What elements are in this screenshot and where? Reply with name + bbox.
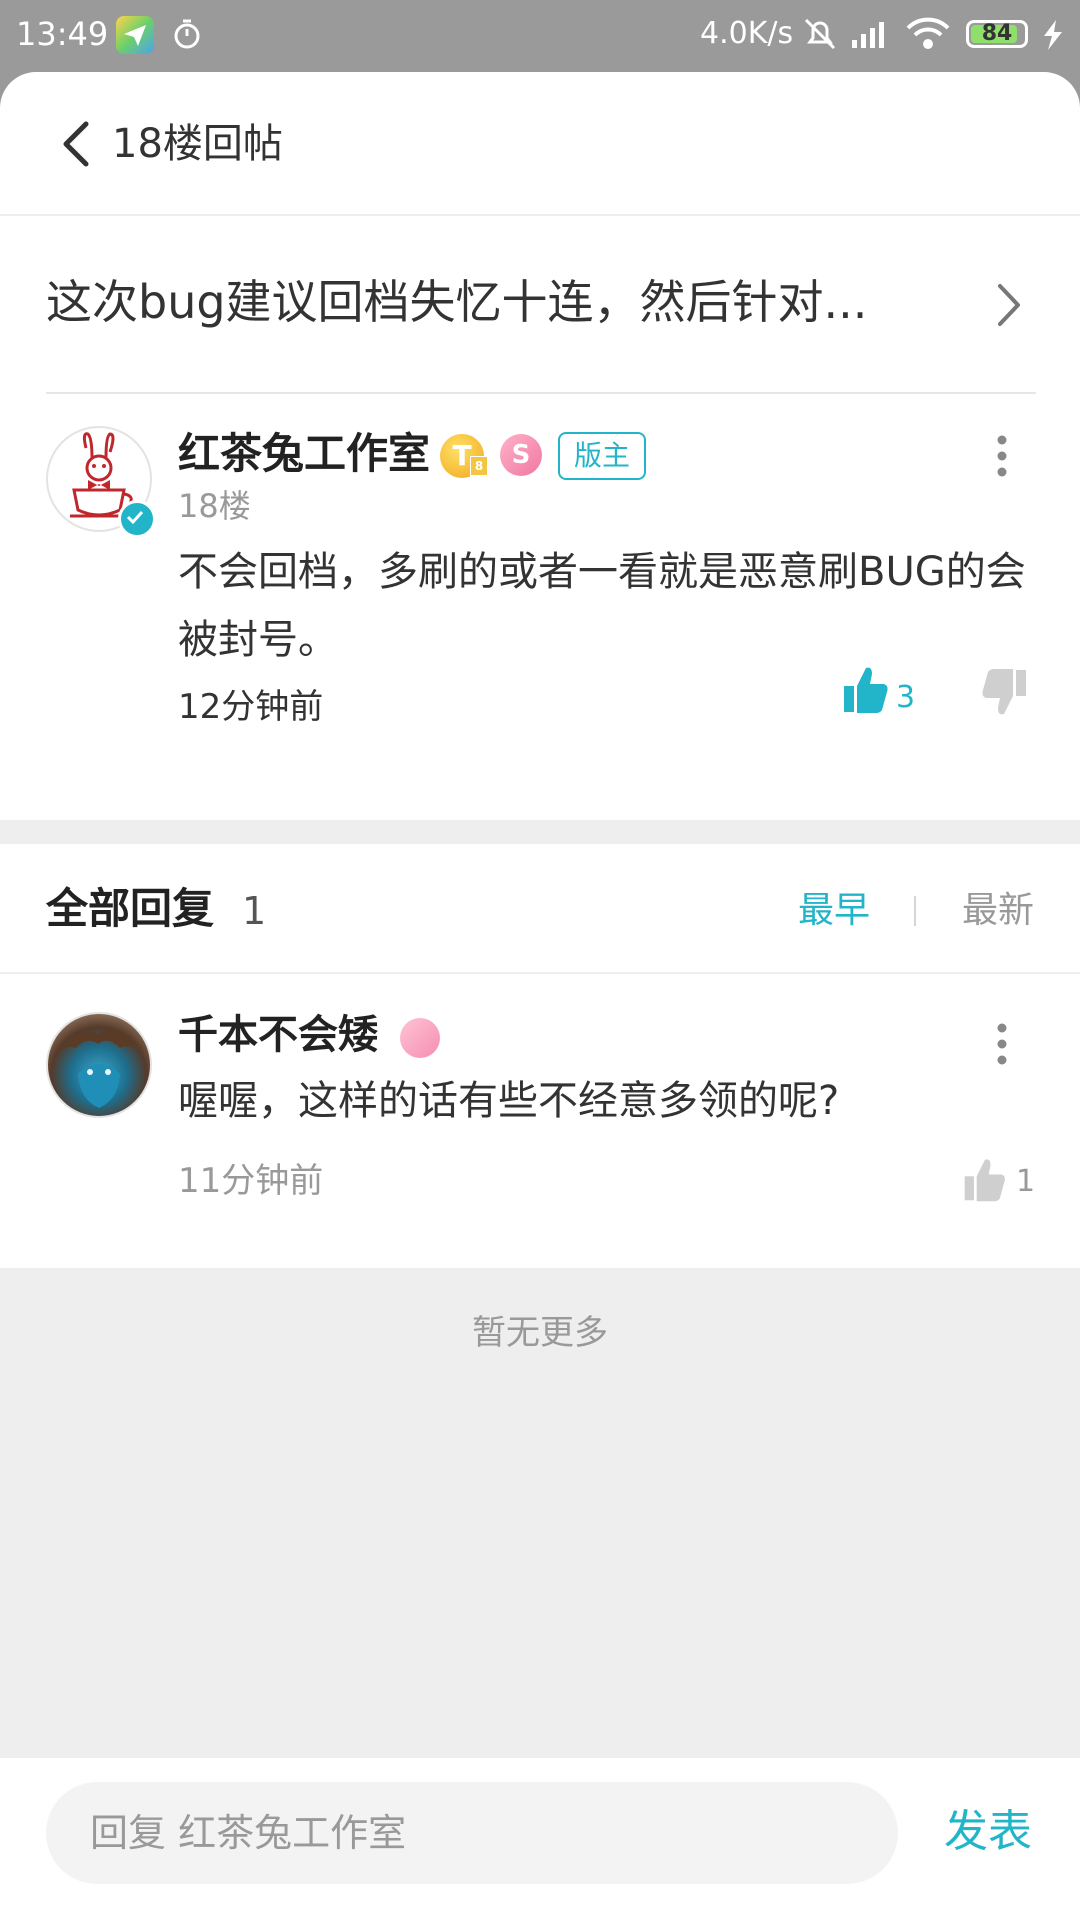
thumbs-up-icon[interactable] <box>842 664 890 720</box>
floor-post: 红茶兔工作室 T8 S 版主 18楼 不会回档，多刷的或者一看就是恶意刷BUG的… <box>0 394 1080 820</box>
floor-number: 18楼 <box>178 487 251 525</box>
sort-newest-tab[interactable]: 最新 <box>962 882 1034 940</box>
verified-icon <box>118 500 156 538</box>
replies-header: 全部回复 1 最早 最新 <box>0 844 1080 974</box>
app-notification-icon <box>116 16 154 54</box>
battery-level: 84 <box>981 21 1013 46</box>
status-bar: 13:49 4.0K/s 84 <box>0 0 1080 72</box>
reply-time: 11分钟前 <box>178 1161 324 1201</box>
wifi-icon <box>906 16 950 54</box>
post-author-name[interactable]: 红茶兔工作室 <box>178 424 430 484</box>
status-time: 13:49 <box>16 15 109 53</box>
moderator-badge: 版主 <box>558 432 647 480</box>
more-vertical-icon[interactable] <box>990 1020 1014 1072</box>
mute-icon <box>802 16 838 56</box>
signal-icon <box>850 18 892 54</box>
chevron-right-icon <box>996 282 1022 332</box>
all-replies-title: 全部回复 <box>46 884 215 933</box>
thumbs-up-icon[interactable] <box>962 1156 1008 1208</box>
thumbs-down-icon[interactable] <box>980 666 1028 722</box>
timer-icon <box>172 18 202 54</box>
avatar[interactable] <box>46 1012 152 1118</box>
sort-separator <box>914 896 916 926</box>
no-more-text: 暂无更多 <box>472 1313 608 1353</box>
network-speed: 4.0K/s <box>700 16 794 51</box>
replies-count: 1 <box>242 889 267 933</box>
topic-title: 这次bug建议回档失忆十连，然后针对... <box>46 275 868 329</box>
like-count: 3 <box>896 680 916 715</box>
level-badge-letter: T <box>452 439 472 472</box>
reply-author-name[interactable]: 千本不会矮 <box>178 1006 378 1064</box>
post-time: 12分钟前 <box>178 687 324 727</box>
more-vertical-icon[interactable] <box>990 432 1014 484</box>
like-count: 1 <box>1016 1164 1036 1199</box>
battery-icon: 84 <box>966 20 1028 48</box>
sort-earliest-tab[interactable]: 最早 <box>798 882 870 940</box>
reply-bar: 发表 <box>0 1760 1080 1920</box>
section-gap <box>0 820 1080 844</box>
post-content: 不会回档，多刷的或者一看就是恶意刷BUG的会被封号。 <box>178 549 1026 663</box>
back-icon[interactable] <box>60 120 92 172</box>
list-end-area: 暂无更多 <box>0 1268 1080 1758</box>
send-button[interactable]: 发表 <box>944 1800 1032 1864</box>
reply-input[interactable] <box>46 1782 898 1884</box>
page-title: 18楼回帖 <box>112 121 283 167</box>
medal-badge: S <box>500 434 542 476</box>
level-badge: T8 <box>440 434 488 478</box>
list-item: 千本不会矮 喔喔，这样的话有些不经意多领的呢? 11分钟前 1 <box>0 974 1080 1266</box>
reply-content: 喔喔，这样的话有些不经意多领的呢? <box>178 1078 840 1124</box>
level-badge-sub: 8 <box>470 456 488 476</box>
medal-badge <box>400 1018 440 1058</box>
header: 18楼回帖 <box>0 72 1080 216</box>
reply-detail-sheet: 18楼回帖 这次bug建议回档失忆十连，然后针对... 红茶兔工作室 T 8 S… <box>0 72 1080 1920</box>
charging-icon <box>1038 18 1068 56</box>
topic-link[interactable]: 这次bug建议回档失忆十连，然后针对... <box>0 216 1080 394</box>
